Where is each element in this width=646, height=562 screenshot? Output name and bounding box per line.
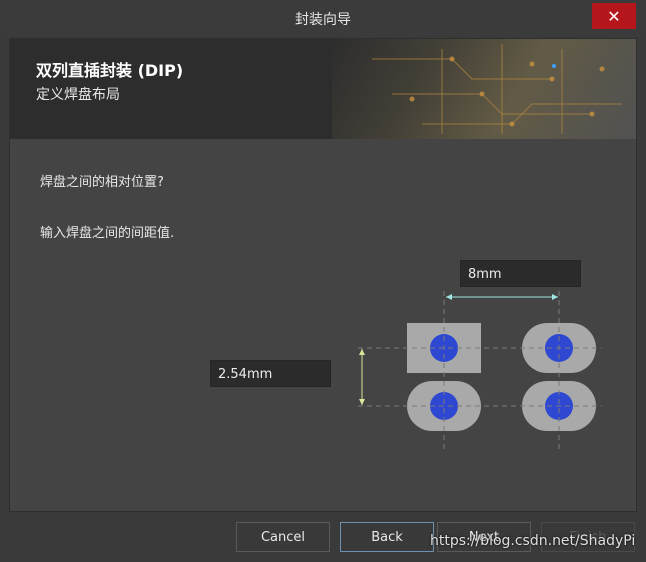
close-icon: ✕: [607, 6, 621, 26]
watermark-text: https://blog.csdn.net/ShadyPi: [430, 533, 636, 549]
banner-title: 双列直插封装 (DIP): [36, 61, 184, 80]
horizontal-spacing-input[interactable]: 8mm: [460, 260, 581, 287]
pcb-pattern: [372, 44, 622, 134]
question-text: 焊盘之间的相对位置?: [40, 175, 164, 190]
wizard-panel: 双列直插封装 (DIP) 定义焊盘布局 焊盘之间的相对位置? 输入焊盘之间的间距…: [9, 38, 637, 512]
vertical-spacing-input[interactable]: 2.54mm: [210, 360, 331, 387]
wizard-banner: 双列直插封装 (DIP) 定义焊盘布局: [10, 39, 636, 139]
close-button[interactable]: ✕: [592, 3, 636, 29]
dim-arrow-right-icon: [552, 294, 558, 300]
dim-arrow-down-icon: [359, 399, 365, 405]
pcb-banner-image: [332, 39, 636, 139]
back-button[interactable]: Back: [340, 522, 434, 552]
pad-layout-diagram: [358, 291, 602, 451]
dim-arrow-up-icon: [359, 349, 365, 355]
window-title: 封装向导: [295, 12, 351, 28]
instruction-text: 输入焊盘之间的间距值.: [40, 226, 175, 241]
dim-arrow-left-icon: [446, 294, 452, 300]
title-bar: 封装向导 ✕: [0, 0, 646, 36]
cancel-button[interactable]: Cancel: [236, 522, 330, 552]
banner-subtitle: 定义焊盘布局: [36, 87, 120, 103]
